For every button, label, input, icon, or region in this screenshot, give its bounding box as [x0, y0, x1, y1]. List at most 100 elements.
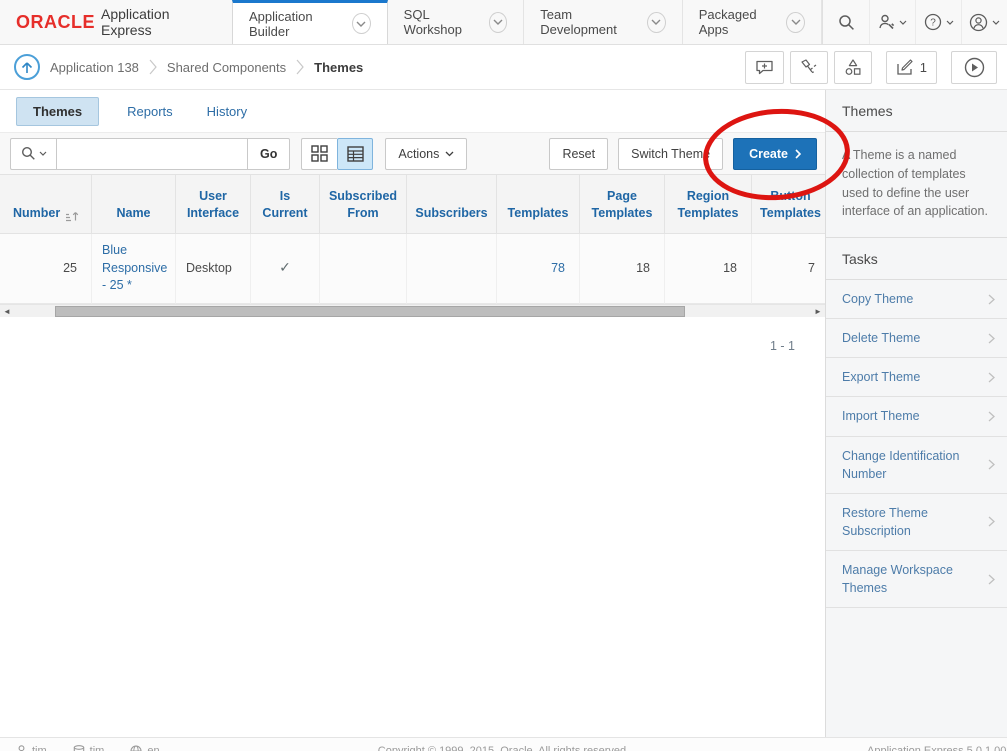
run-application-button[interactable] [951, 51, 997, 84]
chevron-down-icon[interactable] [489, 12, 508, 33]
cell-is-current: ✓ [251, 234, 320, 304]
administration-menu-button[interactable] [869, 0, 915, 44]
search-input[interactable] [56, 138, 248, 170]
footer-workspace: tim [73, 745, 105, 751]
scroll-left-arrow-icon[interactable]: ◄ [0, 305, 14, 318]
cell-number: 25 [0, 234, 92, 304]
switch-theme-button[interactable]: Switch Theme [618, 138, 723, 170]
chevron-down-icon [946, 20, 954, 25]
search-button[interactable] [823, 0, 869, 44]
tab-reports[interactable]: Reports [127, 104, 173, 119]
column-header-number[interactable]: Number [0, 175, 92, 234]
user-icon [16, 745, 27, 751]
footer-session-info: tim tim en [16, 745, 160, 751]
column-header-subscribers[interactable]: Subscribers [407, 175, 497, 234]
report-view-button[interactable] [337, 138, 373, 170]
column-header-subscribed-from[interactable]: Subscribed From [320, 175, 407, 234]
chevron-right-icon [988, 372, 995, 383]
up-level-icon[interactable] [14, 54, 40, 80]
grid-view-icon [311, 145, 328, 162]
globe-icon [130, 745, 142, 751]
task-import-theme[interactable]: Import Theme [826, 397, 1007, 436]
task-copy-theme[interactable]: Copy Theme [826, 280, 1007, 319]
cell-user-interface: Desktop [176, 234, 251, 304]
user-icon [969, 13, 988, 32]
view-toggle [301, 138, 373, 170]
report-toolbar: Go Actions Reset Switch Theme Create [0, 133, 825, 175]
column-header-templates[interactable]: Templates [497, 175, 580, 234]
chevron-down-icon[interactable] [786, 12, 805, 33]
chevron-right-icon [988, 411, 995, 422]
tab-themes[interactable]: Themes [16, 97, 99, 126]
database-icon [73, 745, 85, 751]
go-button[interactable]: Go [248, 138, 290, 170]
breadcrumb-application[interactable]: Application 138 [50, 60, 139, 75]
search-control: Go [10, 138, 290, 170]
top-nav-tabs: Application Builder SQL Workshop Team De… [232, 0, 822, 44]
column-header-button-templates[interactable]: Button Templates [752, 175, 825, 234]
chevron-down-icon [39, 151, 47, 156]
help-icon: ? [924, 13, 942, 31]
cell-templates-link[interactable]: 78 [497, 234, 580, 304]
checkmark-icon: ✓ [279, 258, 291, 278]
chevron-down-icon[interactable] [647, 12, 666, 33]
search-icon [838, 14, 855, 31]
task-manage-workspace-themes[interactable]: Manage Workspace Themes [826, 551, 1007, 608]
product-name: Application Express [101, 6, 212, 38]
shared-components-button[interactable] [834, 51, 872, 84]
edit-page-icon [896, 59, 914, 76]
tab-team-development[interactable]: Team Development [524, 0, 682, 44]
column-header-region-templates[interactable]: Region Templates [665, 175, 752, 234]
chevron-right-icon [988, 459, 995, 470]
cell-theme-name-link[interactable]: Blue Responsive - 25 * [92, 234, 176, 304]
cell-subscribed-from [320, 234, 407, 304]
chevron-right-icon [988, 333, 995, 344]
tab-packaged-apps[interactable]: Packaged Apps [683, 0, 822, 44]
scroll-right-arrow-icon[interactable]: ► [811, 305, 825, 318]
chevron-right-icon [795, 149, 801, 159]
oracle-brand: ORACLE [16, 12, 95, 33]
tab-application-builder[interactable]: Application Builder [232, 0, 388, 44]
breadcrumb-themes: Themes [314, 60, 363, 75]
right-sidebar: Themes A Theme is a named collection of … [825, 90, 1007, 737]
edit-page-button[interactable]: 1 [886, 51, 937, 84]
breadcrumb-shared-components[interactable]: Shared Components [167, 60, 286, 75]
breadcrumb-separator-icon [296, 59, 304, 75]
task-restore-theme-subscription[interactable]: Restore Theme Subscription [826, 494, 1007, 551]
user-account-menu-button[interactable] [961, 0, 1007, 44]
footer-language: en [130, 745, 159, 751]
content-area: Themes Reports History Go [0, 90, 1007, 737]
footer-user: tim [16, 745, 47, 751]
top-nav-icon-group: ? [822, 0, 1007, 44]
report-view-icon [347, 146, 364, 162]
task-delete-theme[interactable]: Delete Theme [826, 319, 1007, 358]
reset-button[interactable]: Reset [549, 138, 608, 170]
tab-sql-workshop[interactable]: SQL Workshop [388, 0, 525, 44]
cell-button-templates: 7 [752, 234, 825, 304]
column-header-is-current[interactable]: Is Current [251, 175, 320, 234]
advisor-flashlight-button[interactable] [790, 51, 828, 84]
chevron-down-icon [899, 20, 907, 25]
page-tabs: Themes Reports History [0, 90, 825, 133]
task-export-theme[interactable]: Export Theme [826, 358, 1007, 397]
icon-view-button[interactable] [301, 138, 337, 170]
column-header-page-templates[interactable]: Page Templates [580, 175, 665, 234]
chevron-down-icon[interactable] [352, 13, 371, 34]
feedback-button[interactable] [745, 51, 784, 84]
comment-plus-icon [755, 59, 774, 76]
help-menu-button[interactable]: ? [915, 0, 961, 44]
pagination-label: 1 - 1 [0, 317, 825, 353]
actions-button[interactable]: Actions [385, 138, 467, 170]
cell-region-templates: 18 [665, 234, 752, 304]
column-header-user-interface[interactable]: User Interface [176, 175, 251, 234]
chevron-right-icon [988, 574, 995, 585]
create-button[interactable]: Create [733, 138, 817, 170]
search-column-selector[interactable] [10, 138, 56, 170]
scrollbar-thumb[interactable] [55, 306, 685, 317]
column-header-name[interactable]: Name [92, 175, 176, 234]
tab-history[interactable]: History [207, 104, 247, 119]
task-change-identification-number[interactable]: Change Identification Number [826, 437, 1007, 494]
cell-subscribers [407, 234, 497, 304]
edit-page-number: 1 [920, 60, 927, 75]
horizontal-scrollbar[interactable]: ◄ ► [0, 304, 825, 317]
